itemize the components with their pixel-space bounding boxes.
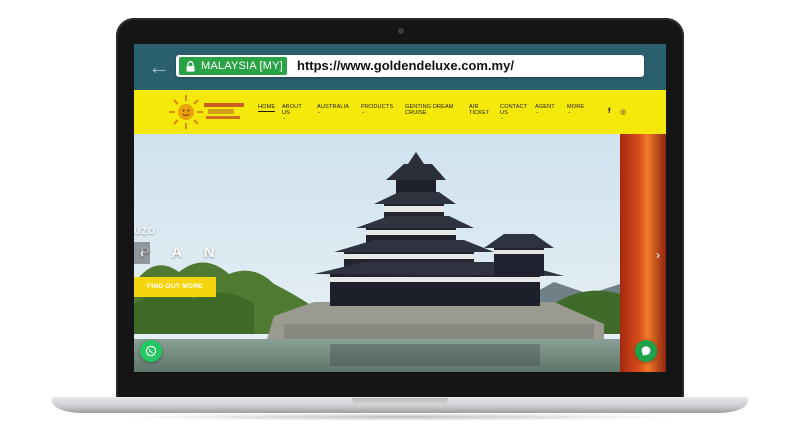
nav-item-about-us[interactable]: ABOUT US ⌄ <box>282 104 306 121</box>
chevron-down-icon: ⌄ <box>500 115 505 121</box>
browser-address-bar: ← MALAYSIA [MY] https://www.goldendeluxe… <box>134 44 666 90</box>
nav-item-genting-dream-cruise[interactable]: GENTING DREAM CRUISE <box>405 104 459 116</box>
chevron-down-icon: ⌄ <box>282 115 287 121</box>
address-field[interactable]: MALAYSIA [MY] https://www.goldendeluxe.c… <box>176 55 644 77</box>
nav-item-contact-us[interactable]: CONTACT US ⌄ <box>500 104 530 121</box>
hero-slider: UZO P A N FIND OUT MORE ‹ › <box>134 134 666 372</box>
laptop-base-notch <box>352 398 448 405</box>
instagram-icon[interactable]: ◎ <box>620 108 626 116</box>
whatsapp-icon[interactable] <box>140 340 162 362</box>
nav-item-air-ticket[interactable]: AIR TICKET <box>469 104 491 116</box>
laptop-shadow <box>120 413 680 421</box>
slider-next-icon[interactable]: › <box>650 244 666 266</box>
chevron-down-icon: ⌄ <box>535 109 540 115</box>
slider-prev-icon[interactable]: ‹ <box>134 242 150 264</box>
sun-logo-icon <box>169 95 203 129</box>
url-text[interactable]: https://www.goldendeluxe.com.my/ <box>297 58 514 74</box>
secure-location-badge[interactable]: MALAYSIA [MY] <box>179 57 287 75</box>
screen: ← MALAYSIA [MY] https://www.goldendeluxe… <box>134 44 666 372</box>
site-logo[interactable] <box>168 94 260 130</box>
hero-title: P A N <box>140 244 224 261</box>
facebook-icon[interactable]: f <box>608 108 610 115</box>
chevron-down-icon: ⌄ <box>361 109 366 115</box>
chevron-down-icon: ⌄ <box>317 109 322 115</box>
camera-icon <box>398 28 404 34</box>
site-header: HOME ABOUT US ⌄ AUSTRALIA ⌄ PRODUCTS ⌄ G… <box>134 90 666 134</box>
chat-icon[interactable] <box>635 340 657 362</box>
chevron-down-icon: ⌄ <box>567 109 572 115</box>
lock-icon <box>182 57 198 75</box>
find-out-more-button[interactable]: FIND OUT MORE <box>134 277 216 297</box>
secure-location-label: MALAYSIA [MY] <box>201 60 283 72</box>
nav-item-home[interactable]: HOME <box>258 104 276 112</box>
nav-item-agent[interactable]: AGENT ⌄ <box>535 104 555 115</box>
nav-item-australia[interactable]: AUSTRALIA ⌄ <box>317 104 349 115</box>
nav-item-products[interactable]: PRODUCTS ⌄ <box>361 104 393 115</box>
back-arrow-icon[interactable]: ← <box>148 56 170 78</box>
hero-tagline: UZO <box>134 226 156 236</box>
nav-item-more[interactable]: MORE ⌄ <box>567 104 584 115</box>
